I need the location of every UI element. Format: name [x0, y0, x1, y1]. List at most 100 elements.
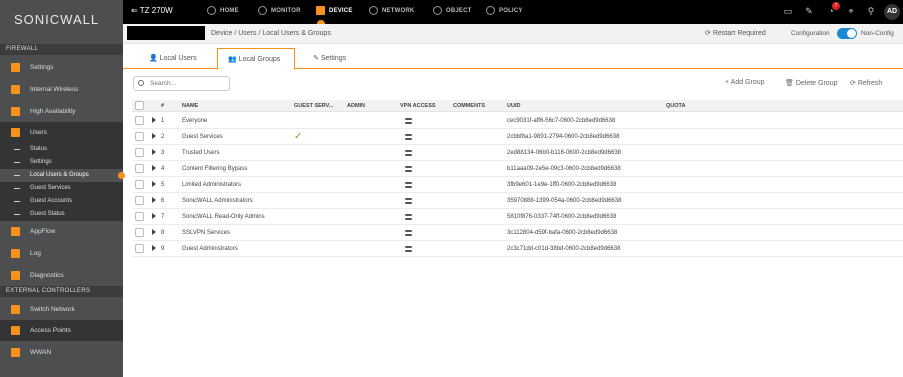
- vpn-access-icon[interactable]: [405, 245, 412, 252]
- restart-required[interactable]: ⟳ Restart Required: [705, 29, 766, 37]
- diagnostics-icon: [11, 271, 20, 280]
- vpn-access-icon[interactable]: [405, 165, 412, 172]
- add-group-button[interactable]: + Add Group: [725, 79, 765, 86]
- section-firewall: FIREWALL: [0, 44, 123, 55]
- vpn-access-icon[interactable]: [405, 133, 412, 140]
- vpn-access-icon[interactable]: [405, 117, 412, 124]
- row-checkbox[interactable]: [135, 132, 144, 141]
- sidebar-item-label: Diagnostics: [30, 272, 64, 279]
- nav-device[interactable]: DEVICE: [316, 6, 353, 15]
- table-row[interactable]: 8 SSLVPN Services 3c112804-d59f-bafa-0600-…: [132, 225, 903, 241]
- expand-arrow-icon[interactable]: [152, 165, 156, 171]
- col-name[interactable]: NAME: [182, 103, 198, 109]
- col-comments[interactable]: COMMENTS: [453, 103, 485, 109]
- expand-arrow-icon[interactable]: [152, 213, 156, 219]
- tab-local-groups[interactable]: 👥 Local Groups: [217, 48, 295, 70]
- toolbar: + Add Group 🗑 Delete Group ⟳ Refresh: [123, 74, 903, 94]
- table-row[interactable]: 5 Limited Administrators 3fb9e601-1e9e-1ff…: [132, 177, 903, 193]
- table-row[interactable]: 3 Trusted Users 2ed88134-06b0-b116-0600-2c…: [132, 145, 903, 161]
- row-checkbox[interactable]: [135, 228, 144, 237]
- nav-home[interactable]: HOME: [207, 6, 239, 15]
- table-row[interactable]: 2 Guest Services ✓ 2cbbf8a1-9891-2794-0600-…: [132, 129, 903, 145]
- sidebar-item-internal-wireless[interactable]: Internal Wireless: [0, 79, 123, 100]
- vpn-access-icon[interactable]: [405, 197, 412, 204]
- col-quota[interactable]: QUOTA: [666, 103, 685, 109]
- refresh-icon: ⟳: [850, 80, 858, 87]
- tab-local-users[interactable]: 👤 Local Users: [139, 48, 217, 69]
- nav-network[interactable]: NETWORK: [369, 6, 414, 15]
- avatar[interactable]: AD: [884, 4, 900, 20]
- sidebar-sub-local-users-groups[interactable]: Local Users & Groups: [0, 169, 123, 182]
- nav-policy[interactable]: POLICY: [486, 6, 523, 15]
- vpn-access-icon[interactable]: [405, 213, 412, 220]
- table-row[interactable]: 4 Content Filtering Bypass b11aaa09-2e5e-0…: [132, 161, 903, 177]
- row-number: 1: [161, 118, 165, 124]
- row-checkbox[interactable]: [135, 148, 144, 157]
- vpn-access-icon[interactable]: [405, 181, 412, 188]
- device-icon: [316, 6, 325, 15]
- sidebar-item-switch-network[interactable]: Switch Network: [0, 299, 123, 320]
- col-guest-services[interactable]: GUEST SERV...: [294, 103, 333, 109]
- tab-bar: 👤 Local Users 👥 Local Groups ✎ Settings: [123, 48, 903, 70]
- expand-arrow-icon[interactable]: [152, 133, 156, 139]
- col-uuid[interactable]: UUID: [507, 103, 520, 109]
- sidebar-item-wwan[interactable]: WWAN: [0, 342, 123, 363]
- device-model[interactable]: ⇐ TZ 270W: [131, 6, 173, 15]
- sidebar-sub-status[interactable]: Status: [0, 143, 123, 156]
- sidebar-item-appflow[interactable]: AppFlow: [0, 221, 123, 242]
- vpn-access-icon[interactable]: [405, 229, 412, 236]
- row-checkbox[interactable]: [135, 244, 144, 253]
- back-arrow-icon[interactable]: ⇐: [131, 6, 140, 15]
- sidebar-sub-guest-services[interactable]: Guest Services: [0, 182, 123, 195]
- expand-arrow-icon[interactable]: [152, 117, 156, 123]
- delete-group-button[interactable]: 🗑 Delete Group: [785, 79, 837, 87]
- select-all-checkbox[interactable]: [135, 101, 144, 110]
- vpn-access-icon[interactable]: [405, 149, 412, 156]
- dash-icon: [14, 201, 20, 202]
- refresh-button[interactable]: ⟳ Refresh: [850, 79, 882, 87]
- sidebar-item-users[interactable]: Users: [0, 122, 123, 143]
- group-uuid: cec9031f-aff6-56c7-0600-2cb8ed9d6638: [507, 118, 616, 124]
- expand-arrow-icon[interactable]: [152, 181, 156, 187]
- config-mode-toggle[interactable]: [837, 28, 857, 39]
- col-number[interactable]: #: [161, 103, 164, 109]
- row-checkbox[interactable]: [135, 212, 144, 221]
- tools-icon[interactable]: ✎: [804, 6, 814, 16]
- expand-arrow-icon[interactable]: [152, 149, 156, 155]
- tab-settings[interactable]: ✎ Settings: [303, 48, 373, 69]
- sidebar-item-label: High Availability: [30, 108, 76, 115]
- console-icon[interactable]: ▭: [783, 6, 793, 16]
- col-vpn-access[interactable]: VPN ACCESS: [400, 103, 436, 109]
- sidebar-item-settings[interactable]: Settings: [0, 57, 123, 78]
- expand-arrow-icon[interactable]: [152, 245, 156, 251]
- sidebar-item-log[interactable]: Log: [0, 243, 123, 264]
- nav-object[interactable]: OBJECT: [433, 6, 472, 15]
- nav-monitor[interactable]: MONITOR: [258, 6, 301, 15]
- sub-item-label: Status: [30, 146, 48, 152]
- row-checkbox[interactable]: [135, 196, 144, 205]
- sidebar-sub-settings[interactable]: Settings: [0, 156, 123, 169]
- sidebar-sub-guest-accounts[interactable]: Guest Accounts: [0, 195, 123, 208]
- sidebar-item-label: Internal Wireless: [30, 86, 79, 93]
- row-checkbox[interactable]: [135, 116, 144, 125]
- table-row[interactable]: 7 SonicWALL Read-Only Admins 5810f876-0337…: [132, 209, 903, 225]
- col-admin[interactable]: ADMIN: [347, 103, 365, 109]
- breadcrumb[interactable]: Device / Users / Local Users & Groups: [211, 30, 331, 37]
- table-row[interactable]: 9 Guest Administrators 2c3c71dd-c01d-38bd-…: [132, 241, 903, 257]
- sidebar-item-high-availability[interactable]: High Availability: [0, 101, 123, 122]
- group-name: Limited Administrators: [182, 182, 242, 188]
- sub-item-label: Guest Services: [30, 185, 71, 191]
- search-icon[interactable]: ⚲: [866, 6, 876, 16]
- sidebar-item-access-points[interactable]: Access Points: [0, 320, 123, 341]
- table-row[interactable]: 6 SonicWALL Administrators 35970888-1399-0…: [132, 193, 903, 209]
- location-icon[interactable]: ⌖: [846, 6, 856, 16]
- row-checkbox[interactable]: [135, 180, 144, 189]
- search-input[interactable]: [133, 76, 230, 91]
- table-row[interactable]: 1 Everyone cec9031f-aff6-56c7-0600-2cb8ed9…: [132, 113, 903, 129]
- expand-arrow-icon[interactable]: [152, 197, 156, 203]
- sidebar-item-diagnostics[interactable]: Diagnostics: [0, 265, 123, 286]
- nav-label: DEVICE: [329, 8, 353, 15]
- sidebar-sub-guest-status[interactable]: Guest Status: [0, 208, 123, 221]
- row-checkbox[interactable]: [135, 164, 144, 173]
- expand-arrow-icon[interactable]: [152, 229, 156, 235]
